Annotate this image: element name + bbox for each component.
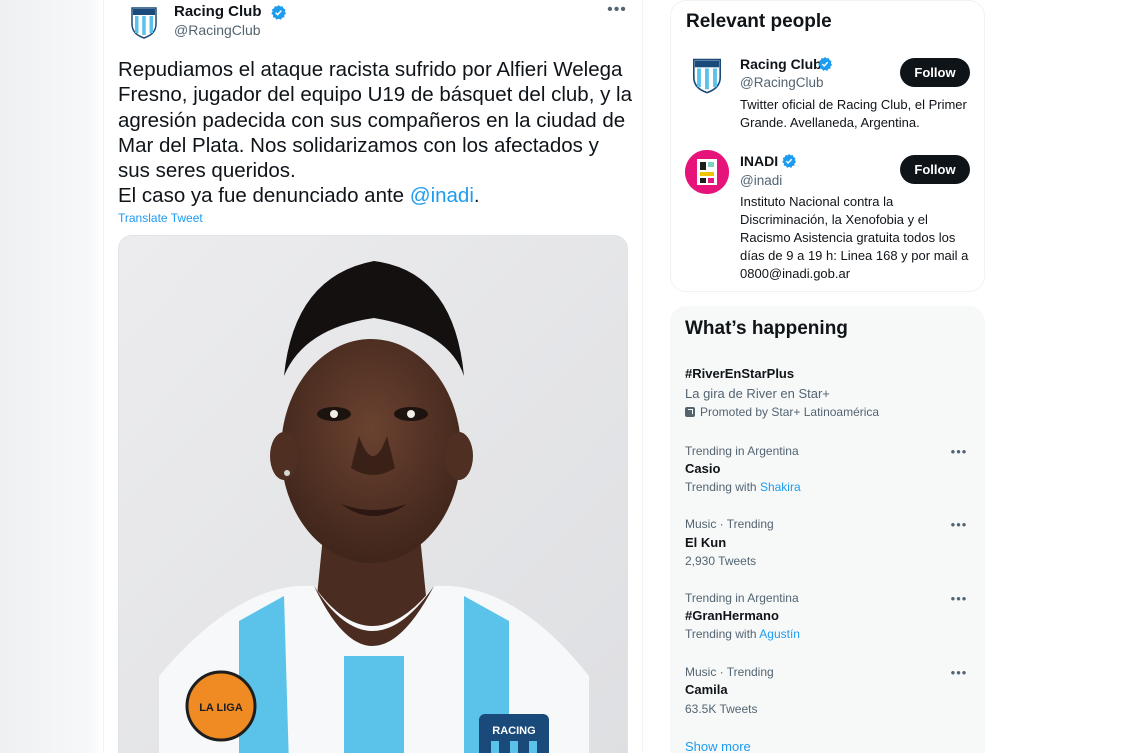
trend-description: La gira de River en Star+ [685,386,830,401]
trend-context: Trending with Agustín [685,627,800,641]
whats-happening-title: What’s happening [685,318,848,339]
trend-context-prefix: Trending with [685,627,760,641]
trend-context-link[interactable]: Agustín [759,627,800,641]
show-more-link[interactable]: Show more [685,739,751,753]
verified-badge-icon [781,153,797,174]
ellipsis-icon[interactable]: ••• [949,445,969,463]
relevant-people-card: Relevant people Racing Club @RacingClub … [670,0,985,292]
trend-title[interactable]: #RiverEnStarPlus [685,366,794,381]
follow-button-inadi[interactable]: Follow [900,155,970,184]
trend-tweet-count: 2,930 Tweets [685,554,757,568]
trend-tweet-count: 63.5K Tweets [685,702,758,716]
ellipsis-icon[interactable]: ••• [949,666,969,684]
translate-tweet-link[interactable]: Translate Tweet [118,211,203,225]
tweet-text-line2: El caso ya fue denunciado ante [118,184,410,208]
trend-meta: Music · Trending [685,665,774,679]
tweet-article: Racing Club @RacingClub ••• Repudiamos e… [103,0,643,753]
trend-context-link[interactable]: Shakira [760,480,801,494]
trend-title[interactable]: Camila [685,682,728,697]
promoted-label: Promoted by Star+ Latinoamérica [685,405,879,419]
tweet-author-name[interactable]: Racing Club [174,3,262,20]
person-handle[interactable]: @inadi [740,173,782,188]
trend-item[interactable]: Trending in Argentina ••• Casio Trending… [670,444,985,500]
person-bio: Instituto Nacional contra la Discriminac… [740,194,969,281]
trend-item-promoted[interactable]: #RiverEnStarPlus La gira de River en Sta… [670,364,985,424]
ellipsis-icon[interactable]: ••• [949,518,969,536]
trend-meta: Music · Trending [685,517,774,531]
mention-link-inadi[interactable]: @inadi [410,184,474,207]
tweet-text-body: Repudiamos el ataque racista sufrido por… [118,58,632,183]
person-name[interactable]: Racing Club [740,56,822,72]
tweet-photo[interactable]: LA LIGA RACING [118,235,628,753]
trend-item[interactable]: Music · Trending ••• El Kun 2,930 Tweets [670,517,985,573]
ellipsis-icon[interactable]: ••• [949,592,969,610]
verified-badge-icon [270,4,287,26]
tweet-text-period: . [473,184,480,208]
verified-badge-icon [817,56,833,77]
tweet-text: Repudiamos el ataque racista sufrido por… [118,57,634,209]
trend-title[interactable]: #GranHermano [685,608,779,623]
promoted-text: Promoted by Star+ Latinoamérica [700,405,880,419]
trend-meta: Trending in Argentina [685,444,799,458]
person-name[interactable]: INADI [740,153,778,169]
trend-meta: Trending in Argentina [685,591,799,605]
jersey-crest-text: RACING [492,725,535,737]
ellipsis-icon[interactable]: ••• [602,0,632,24]
racing-club-avatar[interactable] [124,2,164,42]
follow-button-racing-club[interactable]: Follow [900,58,970,87]
trend-item[interactable]: Music · Trending ••• Camila 63.5K Tweets [670,665,985,721]
inadi-avatar[interactable] [685,150,729,194]
trend-title[interactable]: Casio [685,461,720,476]
tweet-header: Racing Club @RacingClub ••• [122,0,632,44]
racing-club-avatar[interactable] [685,53,729,97]
trend-context: Trending with Shakira [685,480,801,494]
relevant-people-title: Relevant people [686,11,832,32]
person-bio: Twitter oficial de Racing Club, el Prime… [740,97,967,130]
trend-title[interactable]: El Kun [685,535,726,550]
whats-happening-card: What’s happening #RiverEnStarPlus La gir… [670,306,985,753]
tweet-author-handle[interactable]: @RacingClub [174,22,261,38]
person-handle[interactable]: @RacingClub [740,75,824,90]
promoted-icon [685,407,695,417]
league-badge-text: LA LIGA [199,702,243,714]
trend-context-prefix: Trending with [685,480,760,494]
trend-item[interactable]: Trending in Argentina ••• #GranHermano T… [670,591,985,647]
